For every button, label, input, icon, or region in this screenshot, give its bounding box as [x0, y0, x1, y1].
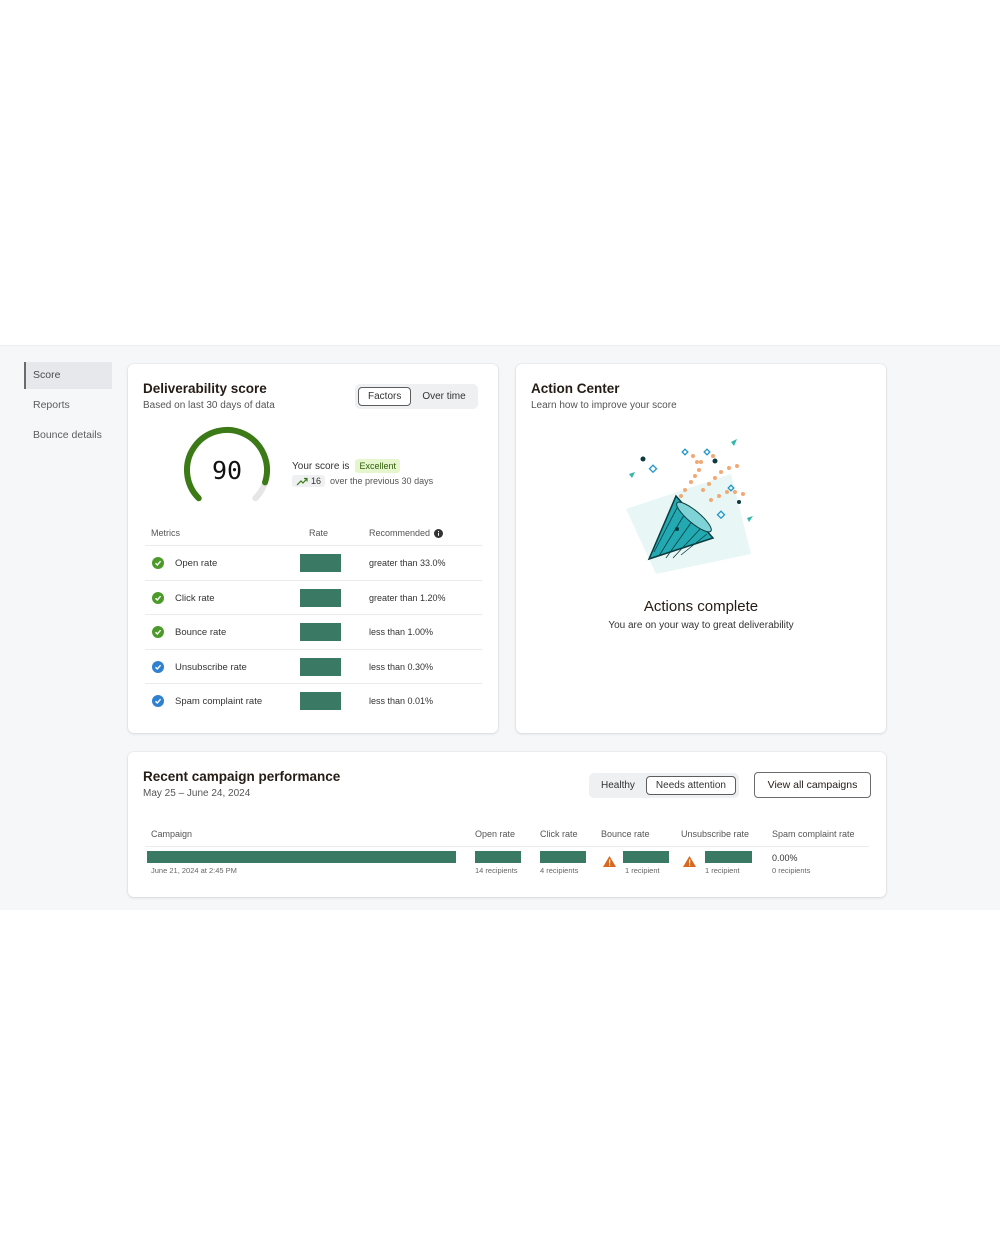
unsubscribe-recipients: 1 recipient — [705, 866, 740, 875]
header-campaign: Campaign — [151, 829, 193, 839]
warning-icon — [683, 856, 696, 867]
metric-name: Unsubscribe rate — [175, 661, 247, 673]
rate-header: Rate — [309, 528, 329, 538]
header-click-rate: Click rate — [540, 829, 578, 839]
trend-value: 16 — [311, 476, 322, 486]
warning-icon — [603, 856, 616, 867]
check-circle-icon — [152, 591, 164, 604]
bounce-recipients: 1 recipient — [625, 866, 660, 875]
campaign-sent-date: June 21, 2024 at 2:45 PM — [151, 866, 237, 875]
metric-recommended: less than 1.00% — [369, 627, 434, 637]
metric-recommended: greater than 1.20% — [369, 592, 446, 603]
score-gauge: 90 — [180, 426, 276, 508]
check-circle-icon — [152, 695, 164, 707]
score-badge: Excellent — [355, 459, 400, 473]
metric-rate-bar — [300, 692, 341, 710]
action-center-subtitle: Learn how to improve your score — [531, 400, 677, 411]
trend-text: over the previous 30 days — [330, 476, 434, 486]
sidebar-item-score[interactable]: Score — [24, 362, 112, 389]
table-divider — [145, 846, 869, 847]
metric-name: Open rate — [175, 558, 218, 569]
metric-recommended: greater than 33.0% — [369, 558, 446, 568]
metrics-header: Metrics — [151, 528, 180, 538]
sidebar-item-bounce-details[interactable]: Bounce details — [24, 422, 112, 449]
filter-needs-attention[interactable]: Needs attention — [645, 776, 736, 795]
table-row: Unsubscribe rate less than 0.30% — [145, 648, 482, 683]
action-center-card: Action Center Learn how to improve your … — [516, 364, 886, 733]
click-recipients: 4 recipients — [540, 866, 579, 875]
check-circle-icon — [152, 660, 164, 673]
trend-chip: 16 — [292, 475, 326, 487]
metric-name: Spam complaint rate — [175, 696, 263, 707]
metric-rate-bar — [300, 623, 341, 641]
view-all-campaigns-button[interactable]: View all campaigns — [754, 772, 871, 798]
header-unsubscribe-rate: Unsubscribe rate — [681, 829, 750, 839]
metric-rate-bar — [300, 657, 341, 676]
sidebar: Score Reports Bounce details — [24, 362, 112, 452]
spam-rate-value: 0.00% — [772, 853, 798, 863]
deliverability-title: Deliverability score — [143, 381, 267, 396]
header-bounce-rate: Bounce rate — [601, 829, 650, 839]
header-spam-complaint-rate: Spam complaint rate — [772, 829, 855, 839]
campaign-filter-toggle: Healthy Needs attention — [589, 773, 739, 798]
spam-recipients: 0 recipients — [772, 866, 811, 875]
header-open-rate: Open rate — [475, 829, 516, 839]
bounce-rate-bar — [623, 851, 669, 863]
table-row: Click rate greater than 1.20% — [145, 579, 482, 614]
metric-name: Click rate — [175, 592, 215, 604]
metric-recommended: less than 0.01% — [369, 696, 434, 706]
deliverability-subtitle: Based on last 30 days of data — [143, 400, 275, 411]
sidebar-item-reports[interactable]: Reports — [24, 392, 112, 419]
unsubscribe-rate-bar — [705, 851, 752, 863]
recommended-header-label: Recommended — [369, 528, 431, 538]
check-circle-icon — [152, 557, 164, 569]
recommended-header: Recommended — [369, 528, 444, 538]
table-row: Spam complaint rate less than 0.01% — [145, 683, 482, 717]
info-icon[interactable] — [434, 528, 444, 538]
tab-factors[interactable]: Factors — [358, 387, 412, 406]
metric-rate-bar — [300, 554, 341, 572]
metric-recommended: less than 0.30% — [369, 661, 434, 672]
filter-healthy[interactable]: Healthy — [592, 776, 644, 795]
metric-name: Bounce rate — [175, 627, 227, 638]
open-recipients: 14 recipients — [475, 866, 518, 875]
party-popper-icon — [626, 439, 753, 574]
score-summary: Your score is Excellent — [292, 459, 400, 473]
score-value: 90 — [211, 456, 243, 485]
check-circle-icon — [152, 626, 164, 638]
table-row: Bounce rate less than 1.00% — [145, 614, 482, 648]
campaign-name-bar[interactable] — [147, 851, 456, 863]
action-center-message: You are on your way to great deliverabil… — [608, 620, 794, 631]
open-rate-bar — [475, 851, 521, 863]
action-center-title: Action Center — [531, 381, 620, 396]
score-trend: 16 over the previous 30 days — [292, 475, 433, 487]
score-label: Your score is — [292, 460, 350, 472]
metric-rate-bar — [300, 588, 341, 607]
table-row: Open rate greater than 33.0% — [145, 545, 482, 579]
action-center-heading: Actions complete — [643, 598, 759, 615]
score-view-toggle: Factors Over time — [355, 384, 478, 409]
click-rate-bar — [540, 851, 586, 863]
tab-over-time[interactable]: Over time — [413, 387, 474, 406]
campaign-title: Recent campaign performance — [143, 769, 341, 784]
campaign-date-range: May 25 – June 24, 2024 — [143, 788, 251, 799]
trend-up-icon — [296, 477, 308, 485]
